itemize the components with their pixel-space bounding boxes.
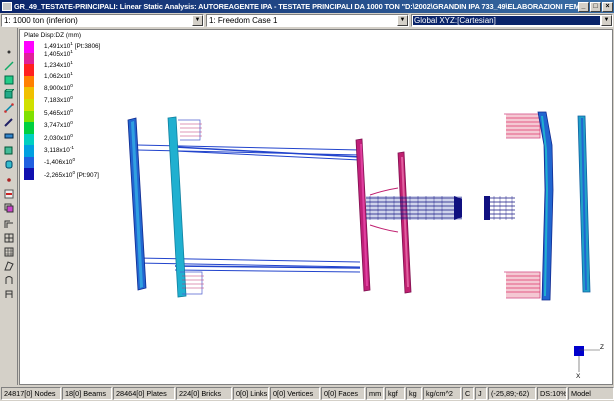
- axis-z-label: Z: [600, 344, 604, 351]
- status-cell: 18[0] Beams: [62, 387, 112, 400]
- legend-value: 3,747x100: [44, 121, 73, 130]
- legend-color-bar: [24, 41, 34, 181]
- legend-value: -1,406x100: [44, 158, 76, 167]
- status-cell: 28464[0] Plates: [113, 387, 175, 400]
- status-cell: C: [462, 387, 474, 400]
- legend-swatch: [24, 110, 34, 123]
- legend-swatch: [24, 133, 34, 146]
- legend-swatch: [24, 64, 34, 77]
- legend-swatch: [24, 145, 34, 158]
- legend-swatch: [24, 87, 34, 100]
- left-end-plate: [127, 117, 147, 291]
- right-end-plates: [537, 111, 591, 301]
- legend-swatch: [24, 168, 34, 181]
- status-cell: kgf: [385, 387, 405, 400]
- axis-x-label: X: [576, 373, 581, 380]
- status-cell: (-25,89;-62): [488, 387, 536, 400]
- status-cell: 0[0] Vertices: [270, 387, 320, 400]
- legend-value: 2,030x100: [44, 134, 73, 143]
- legend-swatch: [24, 122, 34, 135]
- status-cell: kg/cm^2: [423, 387, 461, 400]
- lower-tie-rods: [136, 257, 361, 273]
- legend-title: Plate Disp:DZ (mm): [24, 32, 82, 39]
- status-cell: 24817[0] Nodes: [1, 387, 61, 400]
- legend-value: 1,062x101: [44, 72, 73, 81]
- status-cell: DS:10%: [537, 387, 567, 400]
- legend-swatch: [24, 98, 34, 111]
- axis-triad: [574, 346, 600, 372]
- model-drawing: [127, 111, 600, 372]
- legend-value: -2,265x100 [Pt:907]: [44, 171, 99, 180]
- legend-swatch: [24, 75, 34, 88]
- status-cell: mm: [366, 387, 384, 400]
- status-cell: J: [475, 387, 487, 400]
- center-bolt-bundle: [366, 196, 515, 220]
- legend-value: 7,183x100: [44, 96, 73, 105]
- status-cell: Model: [568, 387, 614, 400]
- legend-swatch: [24, 156, 34, 169]
- legend-value: 5,465x100: [44, 109, 73, 118]
- legend-swatch: [24, 52, 34, 65]
- legend-value: 1,405x101: [44, 50, 73, 59]
- legend-value: 3,118x10-1: [44, 146, 75, 155]
- status-cell: 224[0] Bricks: [176, 387, 232, 400]
- status-cell: kg: [406, 387, 422, 400]
- legend-value: 8,900x100: [44, 84, 73, 93]
- legend-value: 1,234x101: [44, 61, 73, 70]
- legend-swatch: [24, 41, 34, 54]
- status-cell: 0[0] Links: [233, 387, 269, 400]
- status-bar: 24817[0] Nodes 18[0] Beams 28464[0] Plates…: [0, 386, 614, 401]
- status-cell: 0[0] Faces: [321, 387, 365, 400]
